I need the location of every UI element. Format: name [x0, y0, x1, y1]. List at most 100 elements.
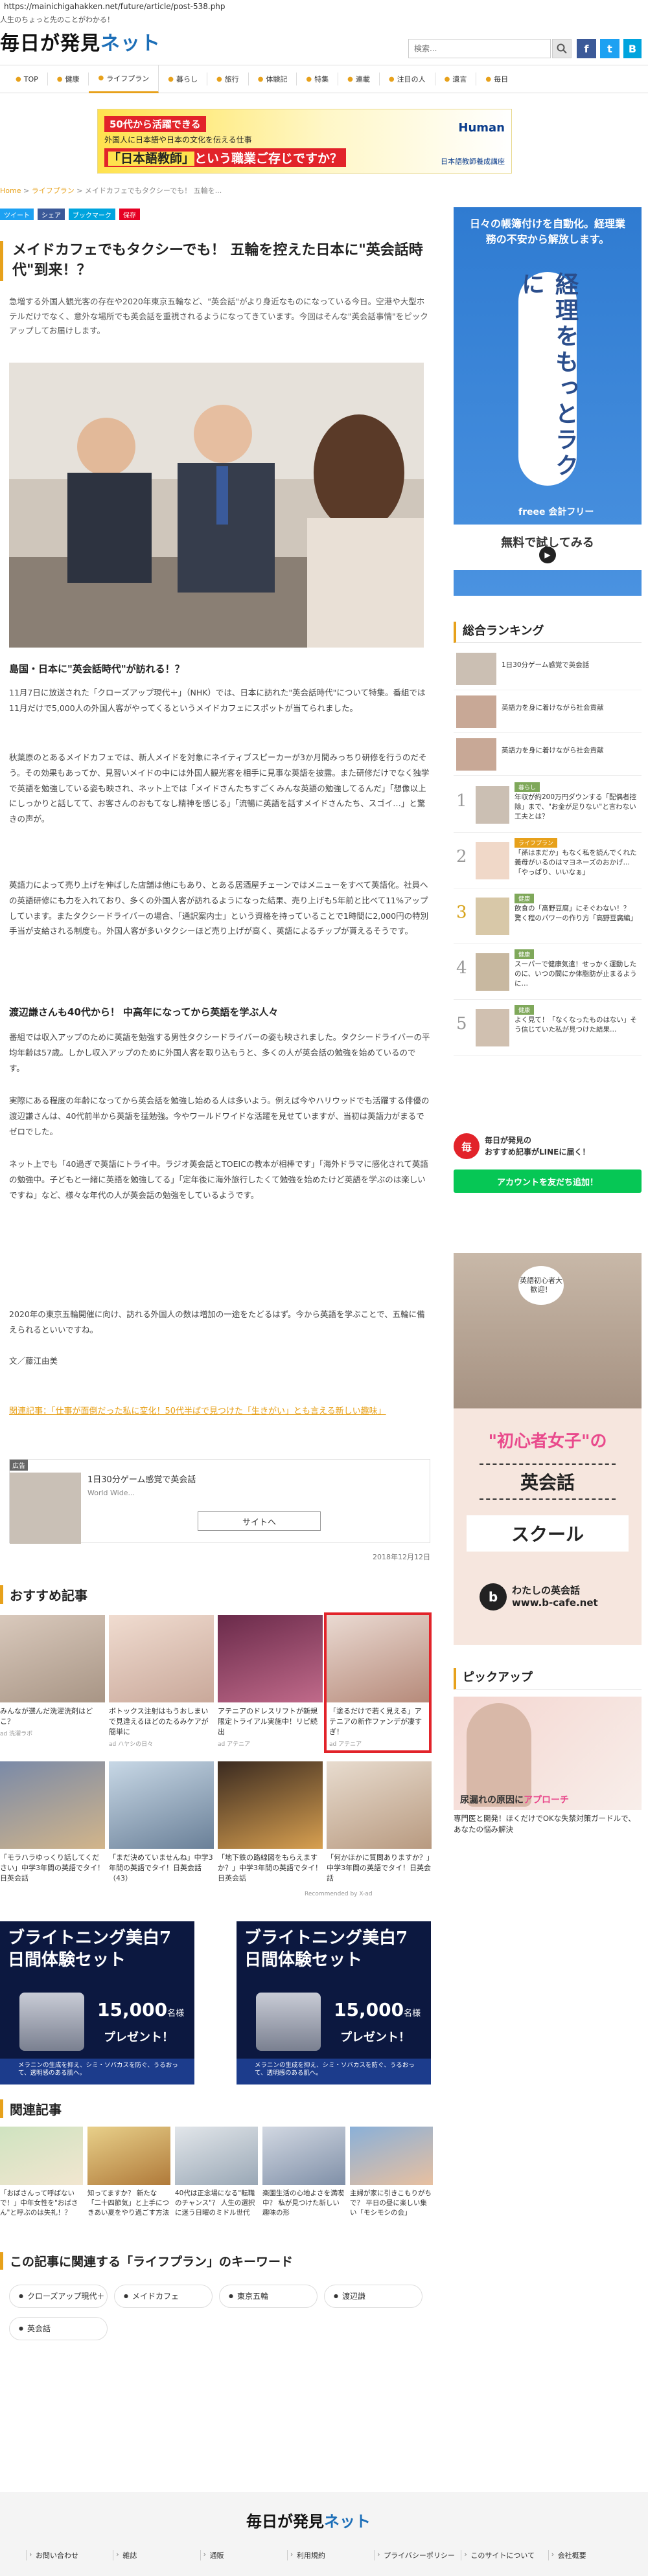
- related-item[interactable]: 主婦が家に引きこもりがちで？ 平日の昼に楽しい集い「モシモシの会」: [350, 2127, 433, 2219]
- ranking-item[interactable]: 5 健康 よく見て！「なくなったものはない」そう信じていた私が見つけた結果…: [454, 1000, 642, 1056]
- ad-amount: 15,000名様: [97, 1999, 185, 2020]
- nav-top[interactable]: ● TOP: [6, 73, 48, 85]
- main-nav: ● TOP ● 健康 ● ライフプラン ● 暮らし ● 旅行 ● 体験記 ● 特集 ● 連載 ●…: [0, 65, 648, 93]
- nav-people[interactable]: ● 注目の人: [380, 73, 435, 85]
- footer-link-contact[interactable]: お問い合わせ: [26, 2550, 113, 2560]
- ranking-caption: よく見て！「なくなったものはない」そう信じていた私が見つけた結果…: [515, 1016, 637, 1034]
- ranking-ad-item[interactable]: 英語力を身に着けながら社会貢献: [454, 733, 642, 776]
- ranking-category: 健康: [515, 1005, 535, 1015]
- pickup-person: [467, 1703, 531, 1807]
- ranking-ad-item[interactable]: 1日30分ゲーム感覚で英会話: [454, 648, 642, 690]
- nav-feature[interactable]: ● 特集: [297, 73, 339, 85]
- breadcrumb-home[interactable]: Home: [0, 186, 21, 195]
- footer-link-shop[interactable]: 通販: [200, 2550, 287, 2560]
- keyword-tag[interactable]: 渡辺謙: [324, 2285, 422, 2308]
- ranking-item[interactable]: 2 ライフプラン 「孫はまだか」もなく私を読んでくれた義母がいるのはマヨネーズの…: [454, 833, 642, 888]
- recommend-item[interactable]: 「まだ決めていませんね」中学3年間の英語でタイ！日英会話（43）: [109, 1761, 214, 1884]
- footer-link-privacy[interactable]: プライバシーポリシー: [374, 2550, 461, 2560]
- recommend-item-highlighted[interactable]: 「塗るだけで若く見える」アテニアの新作ファンデが凄すぎ！ ad アテニア: [324, 1612, 432, 1753]
- recommended-by[interactable]: Recommended by X-ad: [305, 1891, 373, 1897]
- site-tagline: 人生のちょっと先のことがわかる！: [0, 16, 114, 24]
- keyword-tag[interactable]: クローズアップ現代＋: [9, 2285, 108, 2308]
- breadcrumb-category[interactable]: ライフプラン: [32, 186, 75, 195]
- nav-dot-icon: ●: [216, 75, 222, 83]
- recommend-item[interactable]: 「何かほかに質問ありますか？」中学3年間の英語でタイ！日英会話: [327, 1761, 432, 1884]
- site-logo[interactable]: 毎日が発見ネット: [0, 27, 161, 56]
- footer-link-magazine[interactable]: 雑誌: [113, 2550, 200, 2560]
- ranking-item[interactable]: 1 暮らし 年収が約200万円ダウンする「配偶者控除」まで、"お金が足りない"と…: [454, 777, 642, 833]
- ranking-item[interactable]: 3 健康 飲食の「高野豆腐」にそぐわない！？ 驚く程のパワーの作り方「高野豆腐編…: [454, 888, 642, 944]
- article-paragraph-2: 秋葉原のとあるメイドカフェでは、新人メイドを対象にネイティブスピーカーが3か月間…: [9, 752, 430, 824]
- search-input[interactable]: [408, 39, 551, 58]
- nav-will[interactable]: ● 遺言: [435, 73, 477, 85]
- ranking-category: 健康: [515, 894, 535, 903]
- sidebar-ad-freee[interactable]: 日々の帳簿付けを自動化。経理業務の不安から解放します。 経理をもっとラクに fr…: [454, 207, 642, 596]
- ranking-item[interactable]: 4 健康 スーパーで健康気遣！せっかく運動したのに、いつの間にか体脂肪が止まるよ…: [454, 944, 642, 1000]
- footer-link-terms[interactable]: 利用規約: [286, 2550, 374, 2560]
- nav-living[interactable]: ● 暮らし: [159, 73, 207, 85]
- facebook-button[interactable]: f: [577, 39, 596, 58]
- recommend-caption: 「何かほかに質問ありますか？」中学3年間の英語でタイ！日英会話: [327, 1853, 431, 1882]
- recommend-thumbnail: [0, 1761, 105, 1849]
- pickup-title: ピックアップ: [454, 1668, 642, 1689]
- sidebar-ad-english-school[interactable]: 英語初心者大歓迎！ "初心者女子"の 英会話 スクール b わたしの英会話 ww…: [454, 1253, 642, 1645]
- article-paragraph-1: 11月7日に放送された「クローズアップ現代＋」（NHK）では、日本に訪れた"英会…: [9, 688, 426, 713]
- pickup-caption[interactable]: 専門医と開発！ほくだけでOKな失禁対策ガードルで、あなたの悩み解決: [454, 1813, 642, 1836]
- share-bar: ツイート シェア ブックマーク 保存: [0, 209, 140, 220]
- line-add-friend-button[interactable]: アカウントを友だち追加！: [454, 1169, 642, 1193]
- ad-headline-1: "初心者女子"の: [488, 1432, 607, 1451]
- article-heading-1: 島国・日本に"英会話時代"が訪れる！？: [9, 663, 185, 675]
- nav-daily[interactable]: ● 毎日: [476, 73, 517, 85]
- nav-lifeplan[interactable]: ● ライフプラン: [89, 65, 159, 93]
- related-item[interactable]: 楽園生活の心地よさを満喫中？ 私が見つけた新しい趣味の形: [262, 2127, 345, 2219]
- twitter-button[interactable]: t: [600, 39, 619, 58]
- product-bottle-icon: [256, 1993, 321, 2051]
- ranking-number: 4: [456, 958, 467, 978]
- related-caption: 楽園生活の心地よさを満喫中？ 私が見つけた新しい趣味の形: [262, 2189, 344, 2217]
- recommend-thumbnail: [218, 1761, 323, 1849]
- keyword-tag[interactable]: メイドカフェ: [114, 2285, 213, 2308]
- search-button[interactable]: [552, 39, 572, 58]
- nav-series[interactable]: ● 連載: [338, 73, 380, 85]
- url-bar[interactable]: https://mainichigahakken.net/future/arti…: [0, 0, 648, 14]
- skincare-ad-right[interactable]: ブライトニング美白7日間体験セット 15,000名様 プレゼント！ メラニンの生…: [237, 1921, 431, 2085]
- ranking-ad-item[interactable]: 英語力を身に着けながら社会貢献: [454, 690, 642, 733]
- ad-site-button[interactable]: サイトへ: [198, 1511, 321, 1531]
- footer-link-company[interactable]: 会社概要: [548, 2550, 635, 2560]
- recommend-caption: みんなが選んだ洗濯洗剤はどこ？: [0, 1707, 93, 1726]
- related-article-link[interactable]: 関連記事：「仕事が面倒だった私に変化！50代半ばで見つけた「生きがい」とも言える…: [9, 1405, 430, 1419]
- footer-link-about[interactable]: このサイトについて: [461, 2550, 548, 2560]
- top-banner-ad[interactable]: 50代から活躍できる 外国人に日本語や日本の文化を伝える仕事 「日本語教師」とい…: [97, 109, 512, 174]
- related-item[interactable]: 知ってますか？ 新たな「二十四節気」と上手につきあい夏をやり過ごす方法: [87, 2127, 170, 2219]
- keyword-tag[interactable]: 東京五輪: [219, 2285, 318, 2308]
- recommend-item[interactable]: 「モラハラゆっくり話してください」中学3年間の英語でタイ！日英会話: [0, 1761, 105, 1884]
- bookmark-button[interactable]: ブックマーク: [69, 209, 115, 220]
- line-promo: 毎 毎日が発見の おすすめ記事がLINEに届く！ アカウントを友だち追加！: [454, 1127, 642, 1198]
- recommend-item[interactable]: ボトックス注射はもうおしまいで見違えるほどのたるみケアが簡単に ad ハヤシの日…: [109, 1615, 214, 1748]
- related-item[interactable]: 40代は正念場になる"転職のチャンス"？ 人生の選択に迷う日曜のミドル世代: [175, 2127, 258, 2219]
- nav-experience[interactable]: ● 体験記: [249, 73, 297, 85]
- article-paragraph-7: 2020年の東京五輪開催に向け、訪れる外国人の数は増加の一途をたどるはず。今から…: [9, 1309, 425, 1335]
- inline-ad[interactable]: 広告 1日30分ゲーム感覚で英会話 World Wide... サイトへ: [9, 1459, 430, 1544]
- ranking-category: 健康: [515, 949, 535, 959]
- line-promo-text: 毎日が発見の おすすめ記事がLINEに届く！: [485, 1136, 590, 1157]
- nav-health[interactable]: ● 健康: [48, 73, 89, 85]
- recommend-item[interactable]: 「地下鉄の路線図をもらえますか？」中学3年間の英語でタイ！日英会話: [218, 1761, 323, 1884]
- related-item[interactable]: 「おばさんって呼ばないで！」中年女性を"おばさん"と呼ぶのは失礼！？: [0, 2127, 83, 2219]
- facebook-share-button[interactable]: シェア: [38, 209, 65, 220]
- logo-accent-text: ネット: [100, 32, 161, 55]
- keyword-tag[interactable]: 英会話: [9, 2317, 108, 2340]
- pickup-image[interactable]: 尿漏れの原因にアプローチ: [454, 1697, 642, 1810]
- recommend-item[interactable]: みんなが選んだ洗濯洗剤はどこ？ ad 洗濯ラボ: [0, 1615, 105, 1737]
- hatena-button[interactable]: B: [623, 39, 642, 58]
- play-arrow-icon[interactable]: ▶: [539, 547, 556, 563]
- business-meeting-illustration: [9, 363, 424, 648]
- ranking-thumbnail: [456, 695, 496, 728]
- recommend-item[interactable]: アテニアのドレスリフトが新規限定トライアル実施中！リピ続出 ad アテニア: [218, 1615, 323, 1748]
- tweet-button[interactable]: ツイート: [0, 209, 34, 220]
- nav-travel[interactable]: ● 旅行: [207, 73, 249, 85]
- pin-button[interactable]: 保存: [119, 209, 140, 220]
- article-hero-image: [9, 363, 424, 648]
- skincare-ad-left[interactable]: ブライトニング美白7日間体験セット 15,000名様 プレゼント！ メラニンの生…: [0, 1921, 194, 2085]
- footer-logo[interactable]: 毎日が発見ネット: [246, 2509, 371, 2531]
